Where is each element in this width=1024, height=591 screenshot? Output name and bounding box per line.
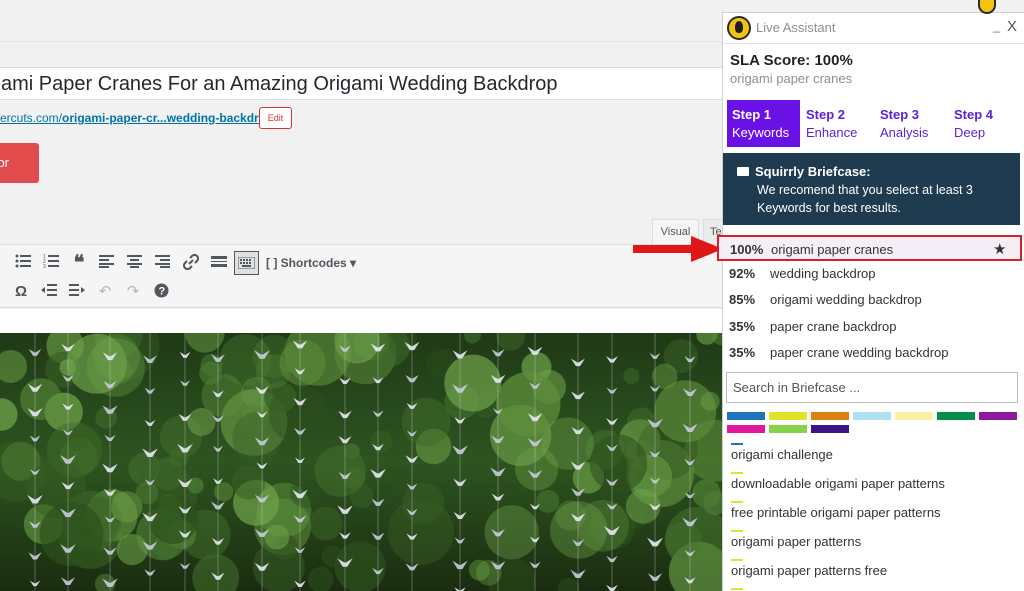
special-character-icon[interactable]: Ω [12,283,30,301]
label-color-swatch[interactable] [853,412,891,420]
label-bar [731,559,743,561]
link-icon[interactable] [182,253,200,272]
keyword-score: 92% [729,266,756,281]
label-color-swatch[interactable] [937,412,975,420]
briefcase-keyword[interactable]: downloadable origami paper patterns [731,476,945,491]
edit-permalink-button[interactable]: Edit [259,107,292,129]
sla-keyword: origami paper cranes [730,71,853,86]
align-left-icon[interactable] [98,254,116,272]
admin-top-strip [0,0,722,42]
close-button[interactable]: X [1007,18,1017,35]
keyword-row[interactable]: 100% origami paper cranes ★ [717,235,1022,261]
step-number: Step 4 [954,107,994,122]
permalink-prefix: ercuts.com/ [0,111,63,125]
blockquote-icon[interactable]: ❝ [70,253,88,273]
keyword-row[interactable]: 85% origami wedding backdrop [723,287,1020,313]
label-bar [731,501,743,503]
live-assistant-panel: Live Assistant _ X SLA Score: 100% origa… [717,12,1024,591]
indent-icon[interactable] [68,283,86,301]
keyword-text: origami paper cranes [771,242,894,257]
briefcase-search-input[interactable]: Search in Briefcase ... [726,372,1018,403]
step-label: Deep [954,125,986,140]
label-color-swatch[interactable] [769,425,807,433]
screen: ami Paper Cranes For an Amazing Origami … [0,0,1024,591]
panel-header: Live Assistant _ X [723,13,1024,44]
outdent-icon[interactable] [40,283,58,301]
squirrly-logo-icon [727,16,751,40]
keyword-score: 35% [729,319,756,334]
read-more-icon[interactable] [210,254,228,272]
step-number: Step 3 [880,107,920,122]
step-label: Keywords [732,125,790,140]
keyword-text: paper crane wedding backdrop [770,345,949,360]
label-color-swatch[interactable] [979,412,1017,420]
editor-content-area[interactable] [0,309,722,333]
minimize-button[interactable]: _ [993,18,1000,33]
briefcase-keyword[interactable]: origami paper patterns free [731,563,887,578]
briefcase-keyword[interactable]: free printable origami paper patterns [731,505,941,520]
keyboard-icon [238,257,255,269]
keyword-score: 85% [729,292,756,307]
toolbar-toggle-button[interactable] [234,251,259,275]
post-title-field[interactable]: ami Paper Cranes For an Amazing Origami … [0,67,726,100]
briefcase-icon [737,167,749,176]
keyword-score: 35% [729,345,756,360]
tab-step-3[interactable]: Step 3 Analysis [875,100,948,147]
label-bar [731,472,743,474]
keyword-text: origami wedding backdrop [770,292,922,307]
tab-step-2[interactable]: Step 2 Enhance [801,100,874,147]
briefcase-notice: Squirrly Briefcase: We recomend that you… [723,153,1020,225]
panel-title: Live Assistant [756,20,836,35]
label-color-swatch[interactable] [895,412,933,420]
editor-toolbar: 123 ❝ [ ] Shortcodes ▾ Ω ↶ ↷ ? [0,244,722,308]
crane-backdrop-photo [0,333,722,591]
briefcase-keyword[interactable]: origami paper patterns [731,534,861,549]
add-media-button[interactable]: or [0,143,39,183]
post-editor: ami Paper Cranes For an Amazing Origami … [0,0,733,591]
keyword-row[interactable]: 35% paper crane backdrop [723,314,1020,340]
undo-icon[interactable]: ↶ [96,283,114,301]
tab-step-4[interactable]: Step 4 Deep [949,100,1022,147]
label-bar [731,530,743,532]
sla-score: SLA Score: 100% [730,52,853,69]
briefcase-title: Squirrly Briefcase: [755,164,871,179]
label-color-swatch[interactable] [727,412,765,420]
star-icon[interactable]: ★ [993,237,1006,263]
step-number: Step 1 [732,107,772,122]
bulleted-list-icon[interactable] [14,254,32,272]
shortcodes-dropdown[interactable]: [ ] Shortcodes ▾ [266,254,356,272]
keyword-text: wedding backdrop [770,266,876,281]
briefcase-message: We recomend that you select at least 3 K… [757,183,973,215]
keyword-row[interactable]: 35% paper crane wedding backdrop [723,340,1020,366]
label-color-swatch[interactable] [811,425,849,433]
label-color-swatch[interactable] [811,412,849,420]
post-title-text: ami Paper Cranes For an Amazing Origami … [1,73,558,95]
keyword-text: paper crane backdrop [770,319,897,334]
step-number: Step 2 [806,107,846,122]
keyword-row[interactable]: 92% wedding backdrop [723,261,1020,287]
align-right-icon[interactable] [154,254,172,272]
briefcase-keyword[interactable]: origami challenge [731,447,833,462]
step-label: Enhance [806,125,858,140]
keyword-score: 100% [730,242,764,257]
help-icon[interactable]: ? [152,283,170,301]
label-color-swatch[interactable] [769,412,807,420]
align-center-icon[interactable] [126,254,144,272]
svg-text:3: 3 [43,264,46,268]
label-bar [731,588,743,590]
step-label: Analysis [880,125,929,140]
numbered-list-icon[interactable]: 123 [42,254,60,272]
svg-text:?: ? [158,286,165,298]
tab-step-1[interactable]: Step 1 Keywords [727,100,800,147]
label-color-swatch[interactable] [727,425,765,433]
label-bar [731,443,743,445]
permalink[interactable]: ercuts.com/origami-paper-cr...wedding-ba… [0,109,277,127]
permalink-slug: origami-paper-cr...wedding-backdrop [62,111,274,125]
annotation-arrow [633,236,723,262]
redo-icon[interactable]: ↷ [124,283,142,301]
